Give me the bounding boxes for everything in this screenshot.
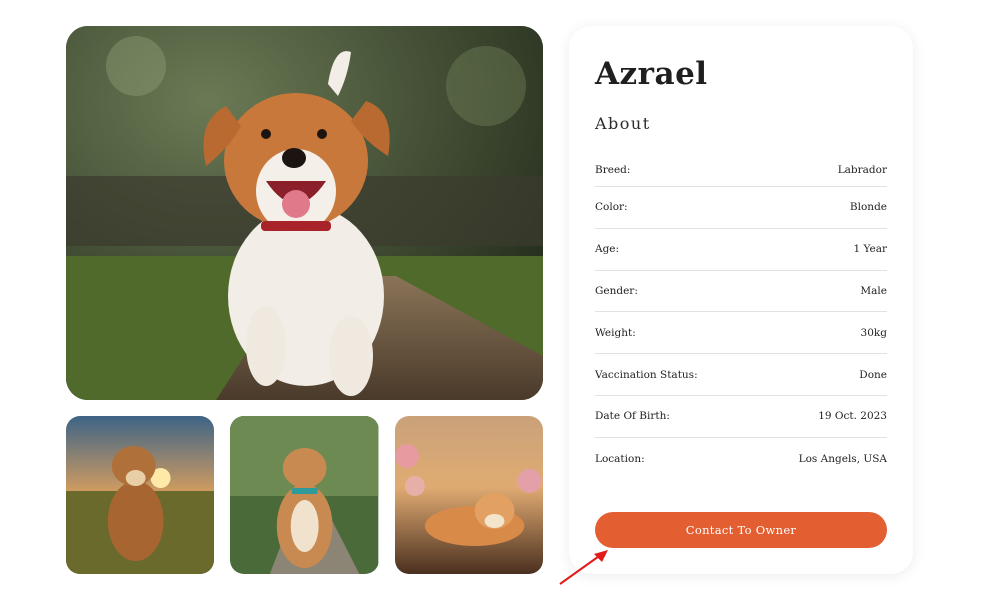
annotation-arrow-icon <box>559 550 608 585</box>
detail-label: Gender: <box>595 284 638 297</box>
pet-name: Azrael <box>595 56 708 92</box>
detail-value: Labrador <box>837 163 887 176</box>
detail-row-weight: Weight: 30kg <box>595 312 887 355</box>
contact-owner-button[interactable]: Contact To Owner <box>595 512 887 548</box>
detail-label: Age: <box>595 243 620 256</box>
detail-label: Breed: <box>595 163 631 176</box>
detail-value: 1 Year <box>853 243 887 256</box>
about-heading: About <box>595 114 651 133</box>
detail-label: Color: <box>595 201 628 214</box>
detail-row-breed: Breed: Labrador <box>595 153 887 187</box>
thumbnail-path-dog[interactable] <box>230 416 379 574</box>
main-dog-photo[interactable] <box>66 26 543 400</box>
detail-label: Weight: <box>595 326 636 339</box>
detail-value: Blonde <box>849 201 887 214</box>
detail-value: 30kg <box>860 326 887 339</box>
thumbnail-sunset-dog[interactable] <box>66 416 215 574</box>
pet-info-card: Azrael About Breed: Labrador Color: Blon… <box>569 26 913 574</box>
detail-value: Done <box>859 368 887 381</box>
detail-row-vaccination: Vaccination Status: Done <box>595 354 887 396</box>
pet-details-list: Breed: Labrador Color: Blonde Age: 1 Yea… <box>595 153 887 480</box>
photo-gallery <box>66 26 543 574</box>
thumbnail-strip <box>66 416 543 574</box>
detail-label: Location: <box>595 452 645 465</box>
detail-row-location: Location: Los Angels, USA <box>595 438 887 480</box>
detail-row-age: Age: 1 Year <box>595 229 887 271</box>
detail-row-color: Color: Blonde <box>595 187 887 229</box>
thumbnail-path-image <box>230 416 379 574</box>
detail-value: 19 Oct. 2023 <box>818 410 887 423</box>
detail-value: Male <box>860 284 887 297</box>
thumbnail-sunset-image <box>66 416 215 574</box>
main-dog-image <box>66 26 543 400</box>
thumbnail-sleeping-dog[interactable] <box>394 416 543 574</box>
thumbnail-sleeping-image <box>394 416 543 574</box>
detail-label: Date Of Birth: <box>595 410 670 423</box>
detail-row-birth-date: Date Of Birth: 19 Oct. 2023 <box>595 396 887 438</box>
detail-row-gender: Gender: Male <box>595 271 887 313</box>
detail-value: Los Angels, USA <box>798 452 887 465</box>
detail-label: Vaccination Status: <box>595 368 698 381</box>
